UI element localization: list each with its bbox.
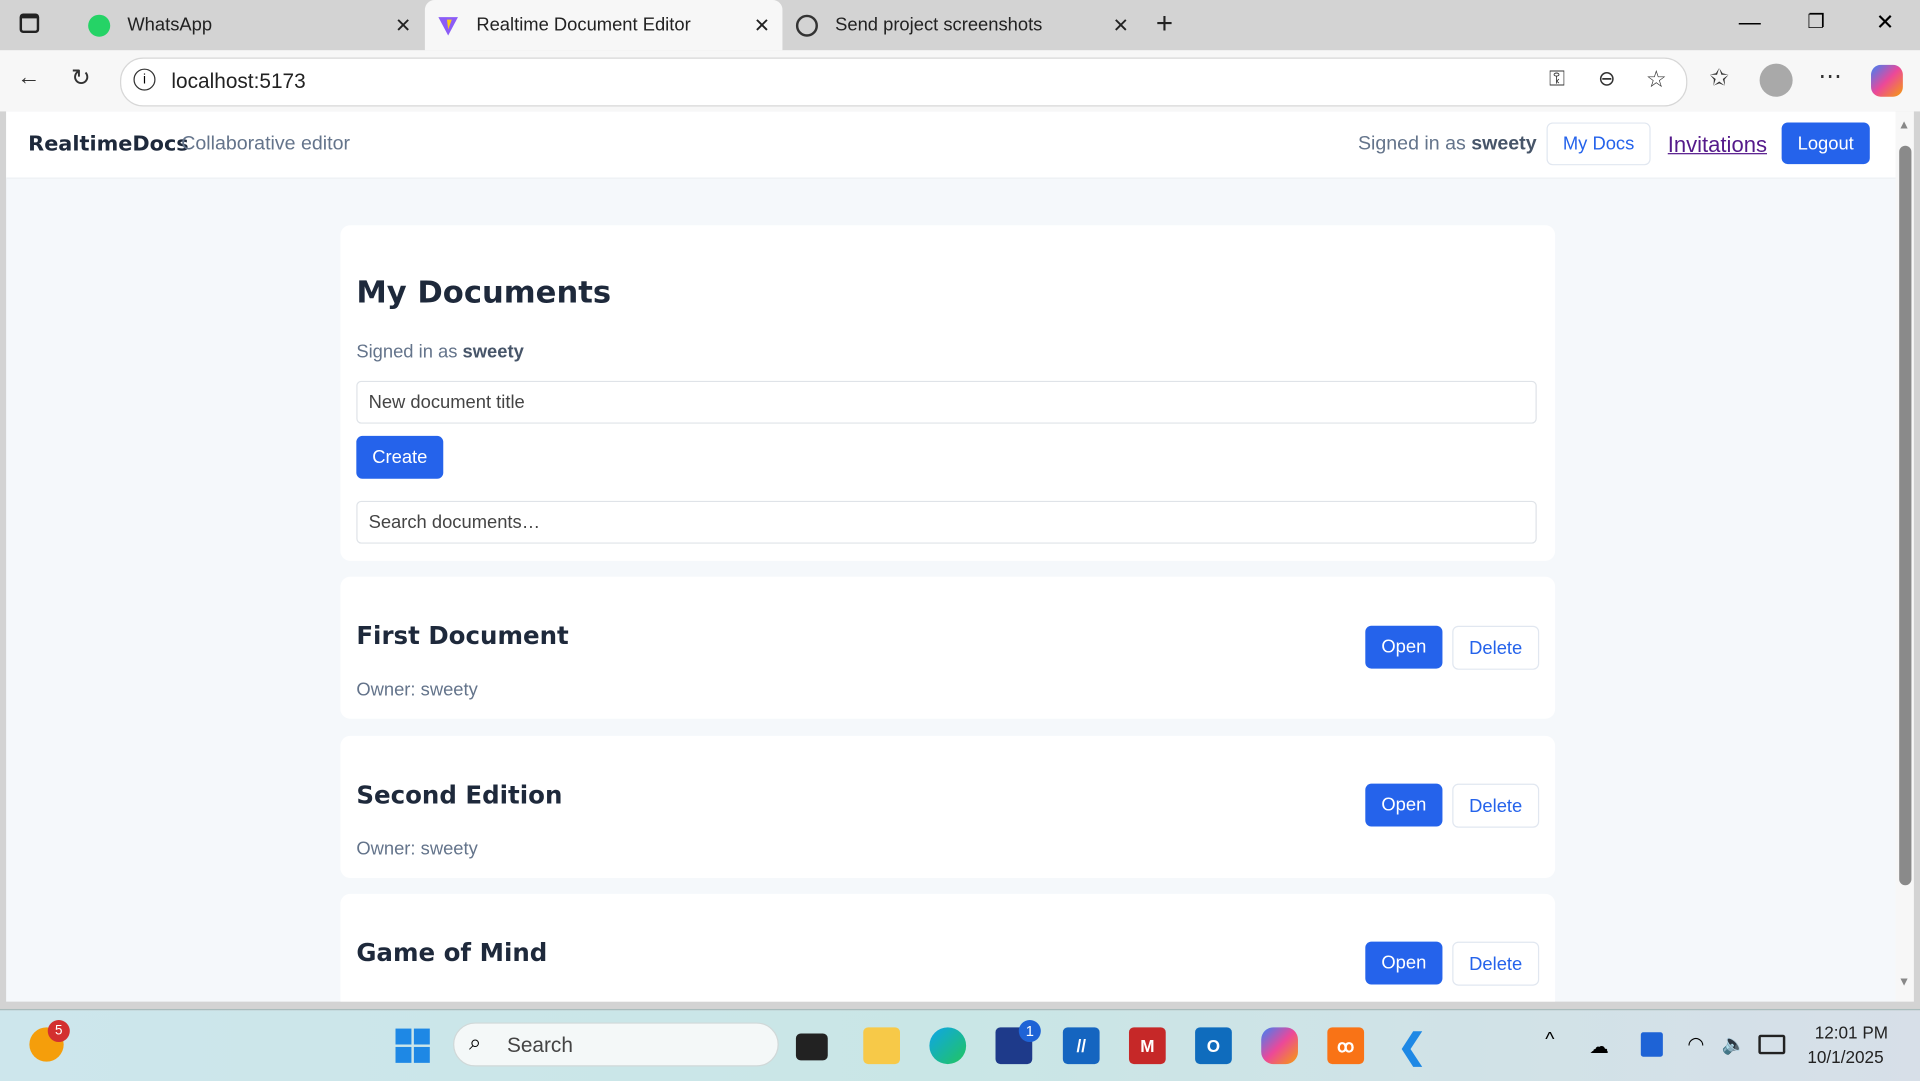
- page-scrollbar[interactable]: ▲ ▼: [1895, 111, 1914, 1002]
- documents-panel: My Documents Signed in as sweety New doc…: [340, 225, 1556, 561]
- file-explorer-icon[interactable]: [863, 1027, 901, 1065]
- zoom-out-icon[interactable]: ⊖: [1598, 67, 1615, 91]
- close-tab-icon[interactable]: ✕: [1113, 13, 1129, 37]
- document-card: Second Edition Owner: sweety Open Delete: [340, 735, 1556, 878]
- copilot-icon[interactable]: [1871, 64, 1903, 97]
- signed-in-status: Signed in as sweety: [1358, 133, 1537, 155]
- onedrive-icon[interactable]: ☁: [1589, 1035, 1609, 1059]
- outlook-icon[interactable]: O: [1195, 1027, 1232, 1065]
- weather-badge: 5: [47, 1020, 70, 1043]
- username: sweety: [462, 341, 524, 363]
- document-title: Second Edition: [356, 780, 563, 810]
- url-text[interactable]: localhost:5173: [171, 70, 305, 94]
- document-card: First Document Owner: sweety Open Delete: [340, 576, 1556, 719]
- delete-document-button[interactable]: Delete: [1452, 783, 1540, 828]
- taskbar: 5 ⌕ Search 1 // M O ꝏ ❮ ^ ☁ ◠ 🔈 12:01 PM…: [0, 1008, 1920, 1081]
- tab-actions-icon[interactable]: [19, 13, 40, 34]
- restore-button[interactable]: ❐: [1807, 10, 1825, 34]
- start-icon[interactable]: [395, 1028, 430, 1063]
- close-tab-icon[interactable]: ✕: [395, 13, 411, 37]
- scroll-down-arrow[interactable]: ▼: [1898, 976, 1910, 989]
- open-document-button[interactable]: Open: [1365, 783, 1443, 827]
- mcafee-icon[interactable]: M: [1128, 1027, 1166, 1065]
- tab-send-screenshots[interactable]: Send project screenshots ✕: [784, 0, 1142, 50]
- document-owner: Owner: sweety: [356, 679, 478, 701]
- logout-button[interactable]: Logout: [1781, 122, 1870, 165]
- close-window-button[interactable]: ✕: [1876, 10, 1894, 36]
- tab-realtime-editor[interactable]: Realtime Document Editor ✕: [424, 0, 783, 51]
- document-owner: Owner: sweety: [356, 838, 478, 860]
- favorites-icon[interactable]: ✩: [1709, 65, 1728, 93]
- tab-label: WhatsApp: [127, 14, 213, 36]
- whatsapp-icon: [88, 14, 111, 37]
- vite-icon: [437, 14, 459, 36]
- tab-bar: WhatsApp ✕ Realtime Document Editor ✕ Se…: [0, 0, 1920, 51]
- signed-in-label: Signed in as: [356, 341, 458, 363]
- delete-document-button[interactable]: Delete: [1452, 941, 1540, 986]
- back-icon[interactable]: ←: [17, 65, 40, 92]
- my-docs-button[interactable]: My Docs: [1546, 122, 1651, 166]
- document-title: Game of Mind: [356, 937, 548, 968]
- new-tab-button[interactable]: +: [1156, 7, 1173, 41]
- tab-whatsapp[interactable]: WhatsApp ✕: [69, 0, 424, 50]
- tab-label: Send project screenshots: [835, 14, 1043, 36]
- scroll-thumb[interactable]: [1899, 145, 1912, 886]
- document-title: First Document: [356, 620, 569, 651]
- store-badge: 1: [1018, 1020, 1041, 1043]
- volume-icon[interactable]: 🔈: [1722, 1032, 1746, 1056]
- page-title: My Documents: [356, 274, 612, 310]
- app-header: RealtimeDocs Collaborative editor Signed…: [6, 111, 1896, 179]
- vscode-icon[interactable]: ❮: [1393, 1027, 1430, 1065]
- chatgpt-icon: [795, 14, 818, 37]
- document-card: Game of Mind Open Delete: [340, 893, 1556, 1002]
- refresh-icon[interactable]: ↻: [71, 65, 90, 93]
- address-bar[interactable]: i localhost:5173 ⚿ ⊖ ☆: [120, 57, 1688, 107]
- new-document-title-input[interactable]: New document title: [356, 380, 1537, 424]
- site-info-icon[interactable]: i: [133, 68, 156, 91]
- minimize-button[interactable]: —: [1739, 10, 1761, 36]
- task-view-icon[interactable]: [795, 1033, 828, 1061]
- profile-avatar[interactable]: [1759, 63, 1793, 97]
- battery-icon[interactable]: [1758, 1034, 1786, 1055]
- taskbar-search[interactable]: ⌕ Search: [453, 1022, 779, 1067]
- signed-in-status: Signed in as sweety: [356, 342, 523, 363]
- wifi-icon[interactable]: ◠: [1687, 1032, 1704, 1056]
- clock-date[interactable]: 10/1/2025: [1807, 1047, 1883, 1067]
- tab-label: Realtime Document Editor: [476, 14, 691, 36]
- tray-app-icon[interactable]: [1640, 1032, 1663, 1057]
- copilot-app-icon[interactable]: [1261, 1027, 1298, 1065]
- brand-tagline: Collaborative editor: [181, 133, 351, 155]
- signed-in-label: Signed in as: [1357, 133, 1466, 155]
- brand-logo[interactable]: RealtimeDocs: [28, 132, 189, 156]
- app-icon[interactable]: //: [1062, 1027, 1100, 1065]
- clock-time[interactable]: 12:01 PM: [1815, 1022, 1888, 1042]
- open-document-button[interactable]: Open: [1365, 941, 1443, 985]
- create-button[interactable]: Create: [356, 435, 444, 479]
- scroll-up-arrow[interactable]: ▲: [1898, 119, 1910, 132]
- web-page: RealtimeDocs Collaborative editor Signed…: [6, 111, 1896, 1002]
- show-hidden-icons[interactable]: ^: [1545, 1030, 1554, 1052]
- username: sweety: [1471, 133, 1537, 155]
- edge-icon[interactable]: [929, 1027, 967, 1065]
- invitations-link[interactable]: Invitations: [1668, 132, 1767, 158]
- favorite-star-icon[interactable]: ☆: [1646, 66, 1667, 94]
- close-tab-icon[interactable]: ✕: [754, 13, 770, 37]
- key-icon[interactable]: ⚿: [1549, 67, 1565, 91]
- taskbar-search-label: Search: [506, 1033, 573, 1057]
- xampp-icon[interactable]: ꝏ: [1327, 1027, 1365, 1065]
- delete-document-button[interactable]: Delete: [1452, 625, 1540, 670]
- more-icon[interactable]: ⋯: [1818, 62, 1841, 90]
- search-icon: ⌕: [468, 1029, 482, 1055]
- search-documents-input[interactable]: Search documents…: [356, 500, 1537, 544]
- open-document-button[interactable]: Open: [1365, 625, 1443, 669]
- browser-toolbar: ← ↻ i localhost:5173 ⚿ ⊖ ☆ ✩ ⋯: [0, 50, 1920, 112]
